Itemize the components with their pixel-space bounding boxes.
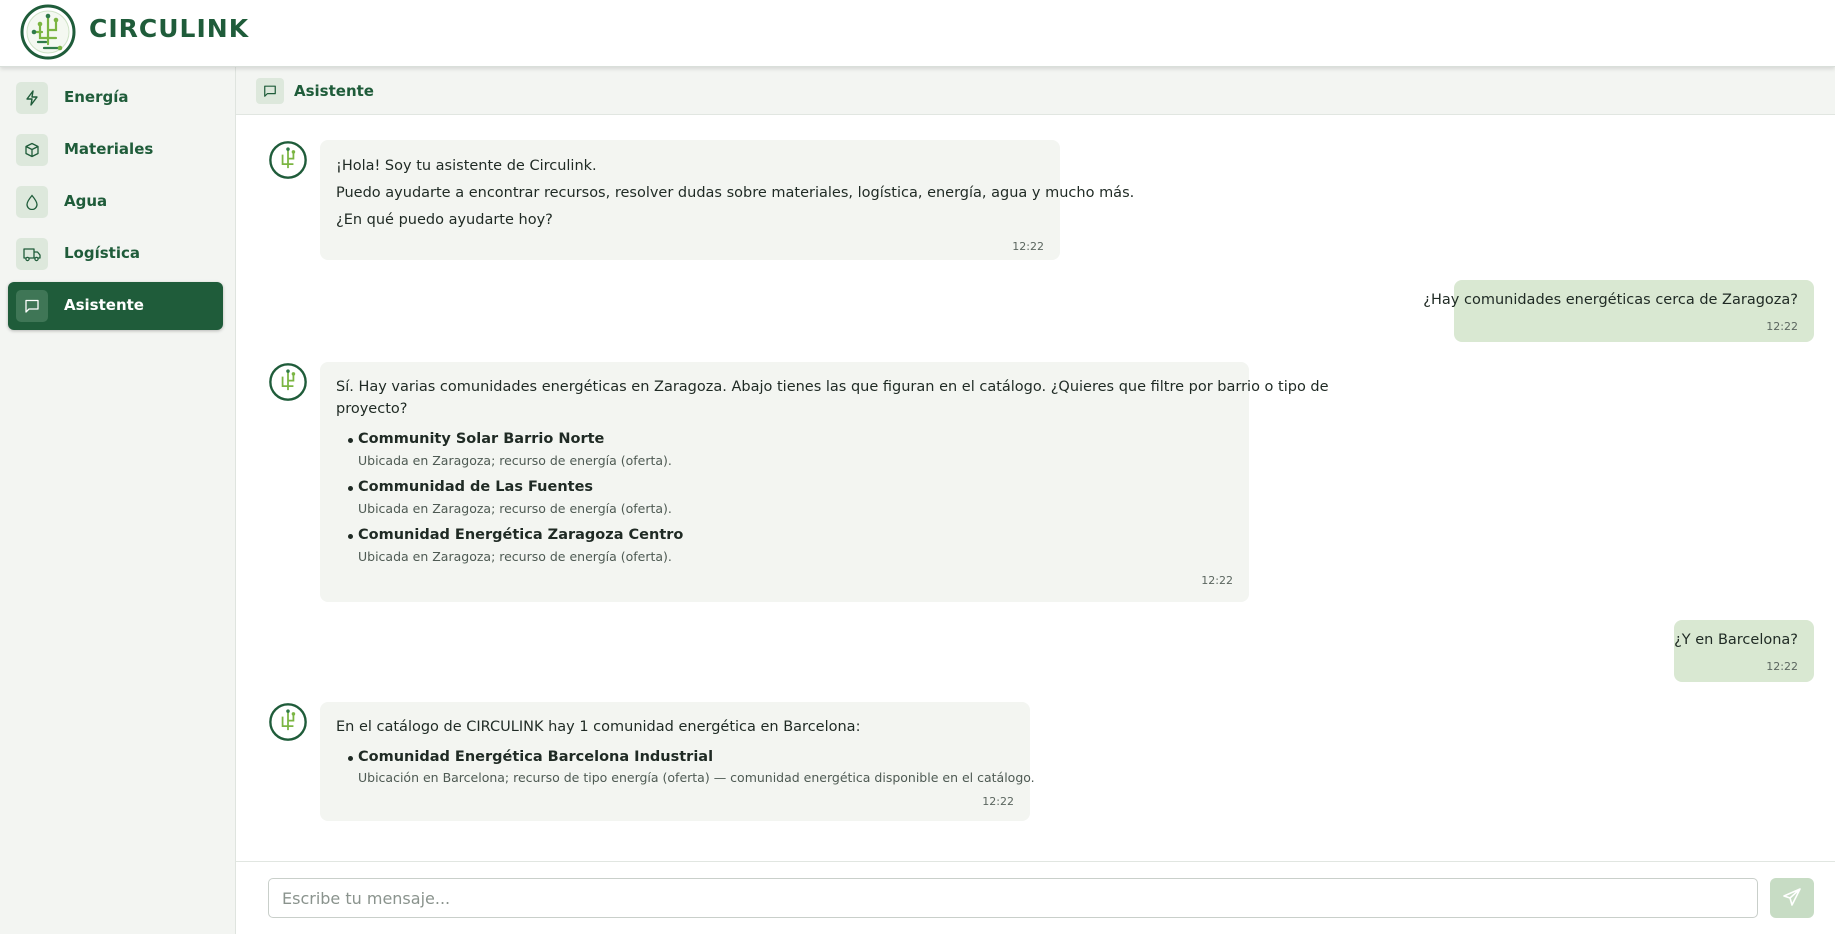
bullet <box>348 534 353 539</box>
chat-icon <box>256 78 284 104</box>
sidebar-item-logistica[interactable]: Logística <box>8 230 223 278</box>
lightning-icon <box>16 82 48 114</box>
water-drop-icon <box>16 186 48 218</box>
send-button[interactable] <box>1770 878 1814 918</box>
sidebar-item-label: Agua <box>64 192 108 210</box>
assistant-message: En el catálogo de CIRCULINK hay 1 comuni… <box>320 702 1035 821</box>
sidebar-item-asistente[interactable]: Asistente <box>8 282 223 330</box>
message-text: En el catálogo de CIRCULINK hay 1 comuni… <box>336 719 861 735</box>
list-item-title: Comunidad Energética Barcelona Industria… <box>358 749 714 765</box>
sidebar-item-materiales[interactable]: Materiales <box>8 126 223 174</box>
list-item-desc: Ubicación en Barcelona; recurso de tipo … <box>358 770 1035 785</box>
message-text: proyecto? <box>336 401 408 417</box>
message-composer <box>236 861 1835 934</box>
truck-icon <box>16 238 48 270</box>
message-time: 12:22 <box>1201 574 1233 587</box>
bullet <box>348 756 353 761</box>
message-text: ¿Hay comunidades energéticas cerca de Za… <box>1423 292 1798 308</box>
assistant-avatar <box>269 703 307 741</box>
user-message: ¿Y en Barcelona? 12:22 <box>1674 620 1814 682</box>
sidebar-item-label: Asistente <box>64 296 144 314</box>
bullet <box>348 438 353 443</box>
list-item-desc: Ubicada en Zaragoza; recurso de energía … <box>358 501 672 516</box>
message-time: 12:22 <box>1766 320 1798 333</box>
list-item-title: Comunidad Energética Zaragoza Centro <box>358 527 684 543</box>
message-text: ¡Hola! Soy tu asistente de Circulink. <box>336 158 597 174</box>
message-text: Puedo ayudarte a encontrar recursos, res… <box>336 185 1135 201</box>
list-item-title: Communidad de Las Fuentes <box>358 479 594 495</box>
message-text: ¿En qué puedo ayudarte hoy? <box>336 212 553 228</box>
assistant-message: Sí. Hay varias comunidades energéticas e… <box>320 362 1329 602</box>
box-icon <box>16 134 48 166</box>
assistant-avatar <box>269 363 307 401</box>
chat-panel: Asistente ¡Hola! Soy tu asistente de Cir… <box>236 67 1835 934</box>
list-item-desc: Ubicada en Zaragoza; recurso de energía … <box>358 549 672 564</box>
list-item-desc: Ubicada en Zaragoza; recurso de energía … <box>358 453 672 468</box>
sidebar: Energía Materiales Agua Logística Asiste… <box>0 67 236 934</box>
sidebar-item-label: Energía <box>64 88 129 106</box>
assistant-avatar <box>269 141 307 179</box>
message-time: 12:22 <box>982 795 1014 808</box>
message-text: Sí. Hay varias comunidades energéticas e… <box>336 379 1329 395</box>
assistant-message: ¡Hola! Soy tu asistente de Circulink. Pu… <box>320 140 1134 260</box>
top-bar: CIRCULINK <box>0 0 1835 67</box>
message-time: 12:22 <box>1766 660 1798 673</box>
send-icon <box>1782 887 1802 910</box>
message-input[interactable] <box>268 878 1758 918</box>
sidebar-item-energia[interactable]: Energía <box>8 74 223 122</box>
circulink-logo[interactable] <box>20 4 76 60</box>
list-item-title: Community Solar Barrio Norte <box>358 431 605 447</box>
sidebar-item-label: Materiales <box>64 140 154 158</box>
user-message: ¿Hay comunidades energéticas cerca de Za… <box>1423 280 1814 342</box>
message-text: ¿Y en Barcelona? <box>1674 632 1798 648</box>
bullet <box>348 486 353 491</box>
brand-name: CIRCULINK <box>89 14 250 43</box>
chat-icon <box>16 290 48 322</box>
message-time: 12:22 <box>1012 240 1044 253</box>
sidebar-item-label: Logística <box>64 244 140 262</box>
chat-title: Asistente <box>294 82 374 100</box>
chat-header: Asistente <box>236 67 1835 115</box>
sidebar-item-agua[interactable]: Agua <box>8 178 223 226</box>
